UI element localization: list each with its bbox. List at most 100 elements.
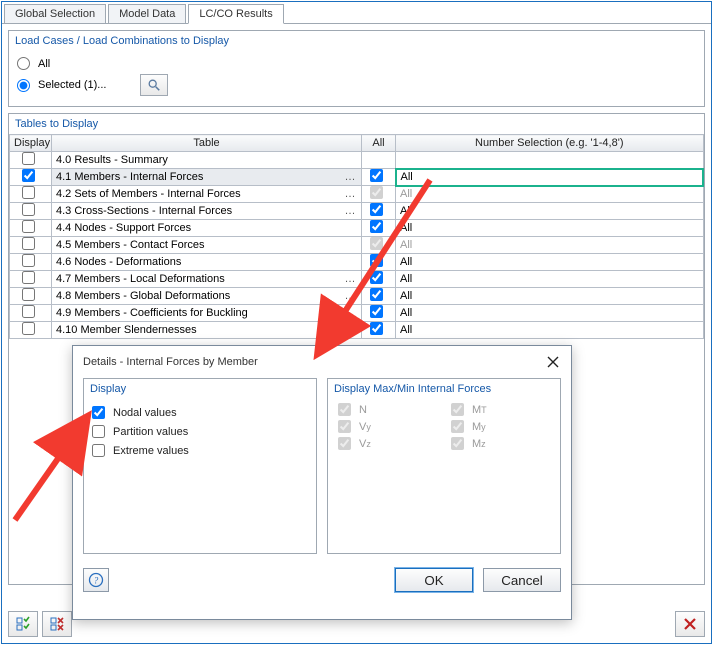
radio-selected-label: Selected (1)...	[38, 79, 106, 91]
row-details-button[interactable]: …	[343, 171, 357, 183]
row-all-checkbox	[370, 186, 383, 199]
details-dialog: Details - Internal Forces by Member Disp…	[72, 345, 572, 620]
row-all-checkbox[interactable]	[370, 254, 383, 267]
delete-button[interactable]	[675, 611, 705, 637]
force-label: Vz	[359, 438, 371, 450]
display-option-checkbox[interactable]	[92, 406, 105, 419]
row-all-checkbox[interactable]	[370, 305, 383, 318]
forces-group-title: Display Max/Min Internal Forces	[328, 379, 560, 399]
load-cases-panel: Load Cases / Load Combinations to Displa…	[8, 30, 705, 107]
display-option-label: Extreme values	[113, 445, 189, 457]
row-number-selection[interactable]: All	[396, 305, 704, 322]
row-display-checkbox[interactable]	[22, 169, 35, 182]
tab-model-data[interactable]: Model Data	[108, 4, 186, 23]
row-all-checkbox[interactable]	[370, 220, 383, 233]
row-all-checkbox[interactable]	[370, 271, 383, 284]
table-row-label[interactable]: 4.1 Members - Internal Forces…	[52, 169, 362, 186]
table-row-label[interactable]: 4.6 Nodes - Deformations	[52, 254, 362, 271]
table-row-label[interactable]: 4.7 Members - Local Deformations…	[52, 271, 362, 288]
col-display[interactable]: Display	[10, 135, 52, 152]
table-row-label[interactable]: 4.2 Sets of Members - Internal Forces…	[52, 186, 362, 203]
tab-lcco-results[interactable]: LC/CO Results	[188, 4, 283, 24]
check-all-button[interactable]	[8, 611, 38, 637]
tables-title: Tables to Display	[9, 114, 704, 134]
row-display-checkbox[interactable]	[22, 271, 35, 284]
force-checkbox	[451, 403, 464, 416]
force-option: MT	[451, 403, 550, 416]
magnifier-icon	[147, 78, 161, 92]
close-button[interactable]	[545, 354, 561, 370]
close-icon	[547, 356, 559, 368]
row-number-selection[interactable]: All	[396, 254, 704, 271]
row-display-checkbox[interactable]	[22, 152, 35, 165]
force-option: Mz	[451, 437, 550, 450]
display-group-title: Display	[84, 379, 316, 399]
radio-all-label: All	[38, 58, 50, 70]
table-row-label[interactable]: 4.9 Members - Coefficients for Buckling	[52, 305, 362, 322]
row-display-checkbox[interactable]	[22, 254, 35, 267]
display-option[interactable]: Nodal values	[92, 403, 308, 422]
row-all-checkbox[interactable]	[370, 322, 383, 335]
row-number-selection[interactable]: All	[396, 271, 704, 288]
row-number-selection[interactable]: All	[396, 322, 704, 339]
row-all-checkbox[interactable]	[370, 288, 383, 301]
select-load-cases-button[interactable]	[140, 74, 168, 96]
row-display-checkbox[interactable]	[22, 305, 35, 318]
row-display-checkbox[interactable]	[22, 288, 35, 301]
force-option: My	[451, 420, 550, 433]
forces-group: Display Max/Min Internal Forces NMTVyMyV…	[327, 378, 561, 554]
row-number-selection[interactable]: All	[396, 288, 704, 305]
dialog-title: Details - Internal Forces by Member	[83, 356, 258, 368]
row-number-selection[interactable]: All	[396, 203, 704, 220]
row-display-checkbox[interactable]	[22, 237, 35, 250]
delete-icon	[683, 617, 697, 631]
radio-selected[interactable]	[17, 79, 30, 92]
row-number-selection[interactable]	[396, 152, 704, 169]
force-option: N	[338, 403, 437, 416]
force-label: Mz	[472, 438, 486, 450]
row-all-checkbox	[370, 237, 383, 250]
display-option-checkbox[interactable]	[92, 444, 105, 457]
col-all[interactable]: All	[362, 135, 396, 152]
row-number-selection[interactable]: All	[396, 237, 704, 254]
display-option[interactable]: Partition values	[92, 422, 308, 441]
row-display-checkbox[interactable]	[22, 203, 35, 216]
display-option[interactable]: Extreme values	[92, 441, 308, 460]
row-details-button[interactable]: …	[343, 273, 357, 285]
check-all-icon	[15, 616, 31, 632]
row-all-checkbox[interactable]	[370, 203, 383, 216]
display-option-checkbox[interactable]	[92, 425, 105, 438]
display-option-label: Partition values	[113, 426, 188, 438]
display-option-label: Nodal values	[113, 407, 177, 419]
table-row-label[interactable]: 4.4 Nodes - Support Forces	[52, 220, 362, 237]
table-row-label[interactable]: 4.5 Members - Contact Forces	[52, 237, 362, 254]
radio-all[interactable]	[17, 57, 30, 70]
row-display-checkbox[interactable]	[22, 322, 35, 335]
row-display-checkbox[interactable]	[22, 186, 35, 199]
tables-grid: Display Table All Number Selection (e.g.…	[9, 134, 704, 339]
row-number-selection[interactable]: All	[396, 169, 704, 186]
row-number-selection[interactable]: All	[396, 186, 704, 203]
help-button[interactable]: ?	[83, 568, 109, 592]
table-row-label[interactable]: 4.10 Member Slendernesses	[52, 322, 362, 339]
uncheck-all-icon	[49, 616, 65, 632]
table-row-label[interactable]: 4.8 Members - Global Deformations…	[52, 288, 362, 305]
force-label: N	[359, 404, 367, 416]
row-display-checkbox[interactable]	[22, 220, 35, 233]
row-details-button[interactable]: …	[343, 290, 357, 302]
col-table[interactable]: Table	[52, 135, 362, 152]
col-number-selection[interactable]: Number Selection (e.g. '1-4,8')	[396, 135, 704, 152]
force-checkbox	[338, 437, 351, 450]
row-details-button[interactable]: …	[343, 188, 357, 200]
row-all-checkbox[interactable]	[370, 169, 383, 182]
row-details-button[interactable]: …	[343, 205, 357, 217]
ok-button[interactable]: OK	[395, 568, 473, 592]
force-option: Vz	[338, 437, 437, 450]
uncheck-all-button[interactable]	[42, 611, 72, 637]
table-row-label[interactable]: 4.0 Results - Summary	[52, 152, 362, 169]
table-row-label[interactable]: 4.3 Cross-Sections - Internal Forces…	[52, 203, 362, 220]
cancel-button[interactable]: Cancel	[483, 568, 561, 592]
force-checkbox	[338, 420, 351, 433]
tab-global-selection[interactable]: Global Selection	[4, 4, 106, 23]
row-number-selection[interactable]: All	[396, 220, 704, 237]
